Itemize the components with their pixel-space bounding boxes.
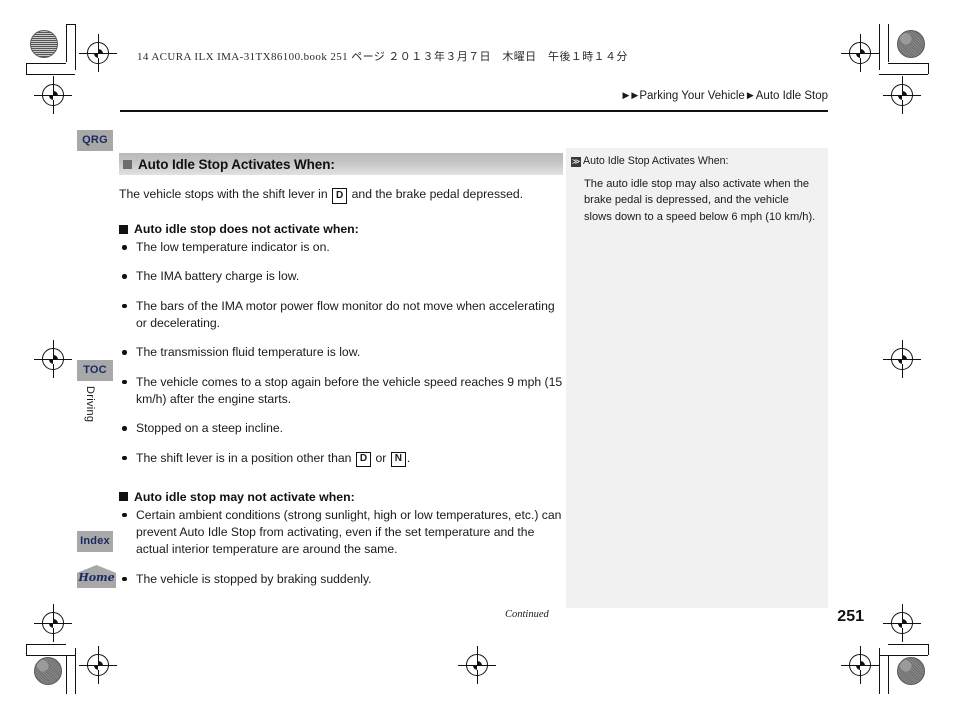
crop-line bbox=[26, 74, 75, 75]
breadcrumb: ▶ ▶ Parking Your Vehicle ▶ Auto Idle Sto… bbox=[621, 90, 828, 102]
crop-line bbox=[928, 63, 929, 74]
crop-line bbox=[75, 648, 76, 694]
breadcrumb-section[interactable]: Parking Your Vehicle bbox=[639, 90, 745, 102]
section-heading-text: Auto Idle Stop Activates When: bbox=[138, 156, 335, 172]
list-item: The IMA battery charge is low. bbox=[119, 268, 563, 285]
crop-line bbox=[879, 655, 928, 656]
list-item: The transmission fluid temperature is lo… bbox=[119, 344, 563, 361]
shift-lever-text-before: The shift lever is in a position other t… bbox=[136, 450, 352, 465]
tab-home-label: Home bbox=[78, 571, 115, 584]
crop-line bbox=[26, 644, 27, 655]
subheading-bullet-icon bbox=[119, 492, 128, 502]
crop-line bbox=[66, 24, 75, 25]
subheading-may-not-activate-text: Auto idle stop may not activate when: bbox=[134, 489, 355, 504]
intro-paragraph: The vehicle stops with the shift lever i… bbox=[119, 186, 563, 204]
crop-line bbox=[879, 74, 928, 75]
registration-mark-upper-left bbox=[34, 76, 72, 114]
list-item: The bars of the IMA motor power flow mon… bbox=[119, 298, 563, 333]
breadcrumb-topic[interactable]: Auto Idle Stop bbox=[756, 90, 828, 102]
crop-line bbox=[888, 63, 928, 64]
sidenote-title: Auto Idle Stop Activates When: bbox=[583, 155, 729, 167]
subheading-does-not-activate-text: Auto idle stop does not activate when: bbox=[134, 222, 359, 236]
density-patch-bottom-right bbox=[897, 657, 925, 685]
tab-index[interactable]: Index bbox=[77, 531, 113, 552]
chapter-label: Driving bbox=[84, 386, 96, 423]
registration-mark-lower-left bbox=[34, 340, 72, 378]
list-item: The vehicle is stopped by braking sudden… bbox=[119, 571, 563, 588]
breadcrumb-arrow-icon: ▶ bbox=[622, 90, 630, 100]
intro-text-before: The vehicle stops with the shift lever i… bbox=[119, 187, 328, 201]
density-patch-bottom-left bbox=[34, 657, 62, 685]
breadcrumb-separator-icon: ▶ bbox=[746, 90, 754, 100]
registration-mark-bottom-right-2 bbox=[883, 604, 921, 642]
crop-line bbox=[66, 656, 67, 694]
crop-line bbox=[26, 63, 27, 74]
gear-indicator-n: N bbox=[390, 451, 406, 468]
crop-line bbox=[888, 656, 889, 694]
tab-qrg[interactable]: QRG bbox=[77, 130, 113, 151]
list-item-shift-lever: The shift lever is in a position other t… bbox=[119, 450, 563, 468]
list-may-not-activate: Certain ambient conditions (strong sunli… bbox=[119, 507, 563, 588]
sidenote-title-row: ≫ Auto Idle Stop Activates When: bbox=[571, 155, 818, 169]
section-bullet-icon bbox=[123, 159, 132, 169]
subheading-does-not-activate: Auto idle stop does not activate when: bbox=[119, 222, 563, 236]
crop-line bbox=[26, 63, 66, 64]
subheading-may-not-activate: Auto idle stop may not activate when: bbox=[119, 490, 563, 504]
registration-mark-upper-right bbox=[883, 76, 921, 114]
header-divider bbox=[120, 110, 828, 112]
intro-text-after: and the brake pedal depressed. bbox=[351, 187, 524, 201]
crop-line bbox=[888, 24, 889, 62]
sidenote-body: The auto idle stop may also activate whe… bbox=[584, 177, 816, 223]
list-does-not-activate: The low temperature indicator is on. The… bbox=[119, 239, 563, 468]
list-item: The vehicle comes to a stop again before… bbox=[119, 374, 563, 409]
tab-home[interactable]: Home bbox=[77, 565, 116, 588]
gear-indicator-d: D bbox=[332, 188, 348, 204]
gear-indicator-d: D bbox=[355, 451, 372, 468]
crop-line bbox=[928, 644, 929, 655]
list-item: The low temperature indicator is on. bbox=[119, 239, 563, 256]
registration-mark-bottom-center bbox=[458, 646, 496, 684]
registration-mark-lower-right bbox=[883, 340, 921, 378]
section-heading: Auto Idle Stop Activates When: bbox=[119, 153, 563, 175]
main-content: Auto Idle Stop Activates When: The vehic… bbox=[119, 153, 563, 588]
page-number: 251 bbox=[837, 608, 864, 625]
registration-mark-top-right bbox=[841, 34, 879, 72]
sidenote-panel: ≫ Auto Idle Stop Activates When: The aut… bbox=[566, 148, 828, 608]
crop-line bbox=[75, 24, 76, 70]
list-item: Certain ambient conditions (strong sunli… bbox=[119, 507, 563, 559]
crop-line bbox=[888, 644, 928, 645]
crop-line bbox=[26, 655, 75, 656]
breadcrumb-arrow-icon: ▶ bbox=[631, 90, 639, 100]
crop-line bbox=[879, 24, 880, 70]
sidenote-marker-icon: ≫ bbox=[571, 156, 581, 167]
subheading-bullet-icon bbox=[119, 224, 128, 234]
print-job-header: 14 ACURA ILX IMA-31TX86100.book 251 ページ … bbox=[137, 51, 628, 63]
density-patch-top-left bbox=[30, 30, 58, 58]
density-patch-top-right bbox=[897, 30, 925, 58]
crop-line bbox=[66, 24, 67, 62]
registration-mark-bottom-left-2 bbox=[79, 646, 117, 684]
shift-lever-text-after: . bbox=[406, 450, 411, 465]
shift-lever-text-middle: or bbox=[375, 450, 387, 465]
registration-mark-top-left bbox=[79, 34, 117, 72]
registration-mark-bottom-right bbox=[841, 646, 879, 684]
registration-mark-bottom-left bbox=[34, 604, 72, 642]
list-item: Stopped on a steep incline. bbox=[119, 420, 563, 437]
crop-line bbox=[26, 644, 66, 645]
continued-label: Continued bbox=[505, 609, 549, 620]
tab-toc[interactable]: TOC bbox=[77, 360, 113, 381]
